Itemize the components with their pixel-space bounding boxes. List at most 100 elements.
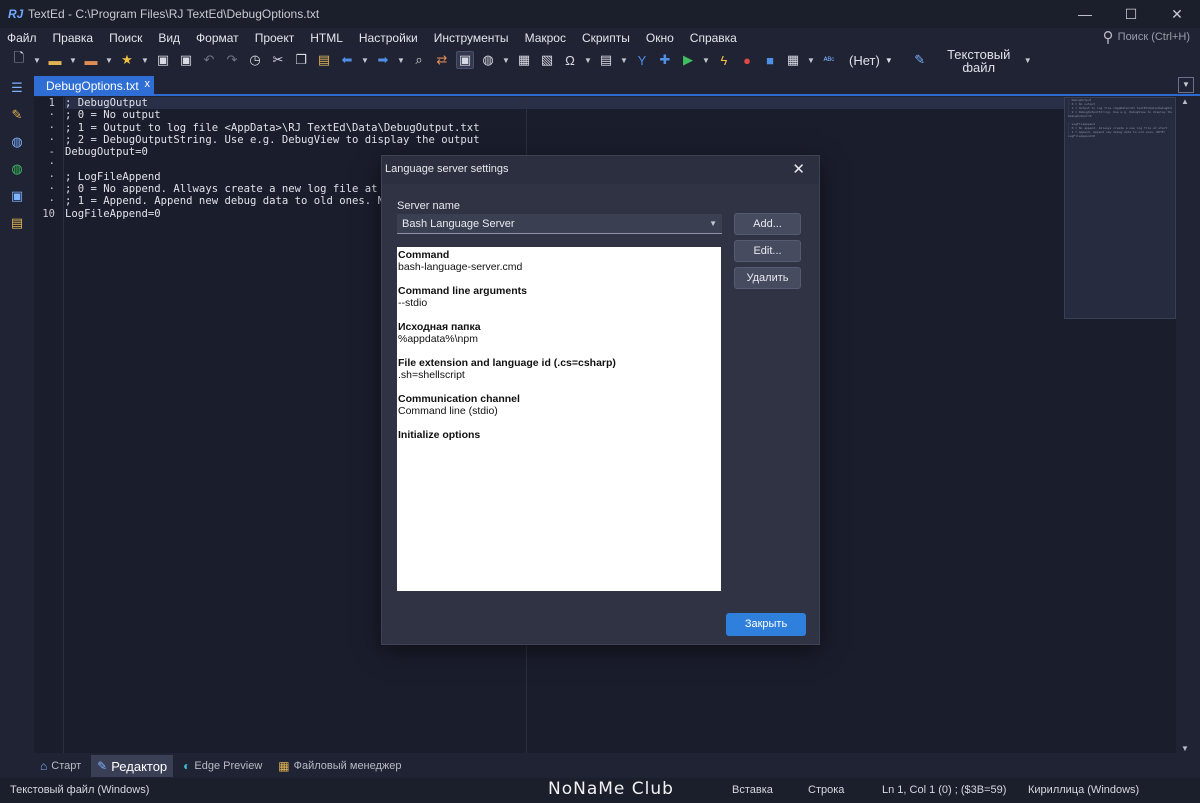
chevron-down-icon[interactable]: ▼ xyxy=(141,56,149,65)
tab-list-chevron-icon[interactable]: ▼ xyxy=(1178,77,1194,93)
home-icon: ⌂ xyxy=(40,759,48,773)
minimap[interactable]: ; DebugOutput ; 0 = No output ; 1 = Outp… xyxy=(1064,97,1176,319)
layout-icon[interactable]: ▦ xyxy=(784,51,802,69)
back-arrow-icon[interactable]: ⬅ xyxy=(338,51,356,69)
chevron-down-icon[interactable]: ▼ xyxy=(620,56,628,65)
close-button[interactable]: Закрыть xyxy=(726,613,806,636)
menu-window[interactable]: Окно xyxy=(646,31,674,45)
menu-file[interactable]: Файл xyxy=(7,31,37,45)
history-icon[interactable]: ◷ xyxy=(246,51,264,69)
chevron-down-icon[interactable]: ▼ xyxy=(33,56,41,65)
status-line-mode[interactable]: Строка xyxy=(808,784,844,796)
forward-arrow-icon[interactable]: ➡ xyxy=(374,51,392,69)
clipboard-icon[interactable]: ▤ xyxy=(0,209,34,236)
structure-icon[interactable]: ☰ xyxy=(0,74,34,101)
app-logo-icon: RJ xyxy=(8,7,24,21)
status-insert-mode[interactable]: Вставка xyxy=(732,784,773,796)
copy-icon[interactable]: ❐ xyxy=(292,51,310,69)
spellcheck-icon[interactable]: ᴬᴮᶜ xyxy=(820,51,838,69)
server-name-select[interactable]: Bash Language Server ▼ xyxy=(397,214,722,234)
cut-icon[interactable]: ✂ xyxy=(269,51,287,69)
menu-bar: Файл Правка Поиск Вид Формат Проект HTML… xyxy=(0,28,1200,48)
close-window-button[interactable]: ✕ xyxy=(1154,0,1200,28)
chevron-down-icon[interactable]: ▼ xyxy=(69,56,77,65)
run-icon[interactable]: ▶ xyxy=(679,51,697,69)
status-encoding[interactable]: Кириллица (Windows) xyxy=(1028,784,1139,796)
menu-edit[interactable]: Правка xyxy=(53,31,94,45)
menu-tools[interactable]: Инструменты xyxy=(434,31,509,45)
menu-view[interactable]: Вид xyxy=(158,31,180,45)
tab-debugoptions[interactable]: DebugOptions.txt x xyxy=(34,76,154,96)
save-icon[interactable]: ▣ xyxy=(154,51,172,69)
brush-icon[interactable]: ✎ xyxy=(911,51,929,69)
maximize-button[interactable]: ☐ xyxy=(1108,0,1154,28)
globe-icon[interactable]: ◍ xyxy=(0,128,34,155)
global-search[interactable]: ⚲ Поиск (Ctrl+H) xyxy=(1103,28,1190,46)
chevron-down-icon[interactable]: ▼ xyxy=(502,56,510,65)
redo-icon[interactable]: ↷ xyxy=(223,51,241,69)
status-file-type[interactable]: Текстовый файл (Windows) xyxy=(10,784,149,796)
files-icon[interactable]: ▣ xyxy=(0,182,34,209)
screenshot-icon[interactable]: ▦ xyxy=(515,51,533,69)
open-folder-icon[interactable]: ▬ xyxy=(46,51,64,69)
code-line[interactable]: ; 2 = DebugOutputString. Use e.g. DebugV… xyxy=(65,134,1095,146)
favorites-star-icon[interactable]: ★ xyxy=(118,51,136,69)
detail-label: File extension and language id (.cs=csha… xyxy=(398,357,616,369)
tab-edge-preview[interactable]: ◐ Edge Preview xyxy=(177,755,268,777)
language-server-dialog: Language server settings ✕ Server name B… xyxy=(381,155,820,645)
record-icon[interactable]: ● xyxy=(738,51,756,69)
new-file-icon[interactable]: 🗋 xyxy=(10,50,28,69)
vertical-scrollbar[interactable]: ▲ ▼ xyxy=(1176,97,1200,753)
close-tab-icon[interactable]: x xyxy=(145,78,151,90)
menu-project[interactable]: Проект xyxy=(255,31,295,45)
color-picker-icon[interactable]: ▧ xyxy=(538,51,556,69)
minimize-button[interactable]: — xyxy=(1062,0,1108,28)
menu-macro[interactable]: Макрос xyxy=(525,31,566,45)
chevron-down-icon[interactable]: ▼ xyxy=(807,56,815,65)
chevron-down-icon[interactable]: ▼ xyxy=(702,56,710,65)
globe-icon[interactable]: ◍ xyxy=(479,51,497,69)
lightning-icon[interactable]: ϟ xyxy=(715,51,733,69)
scroll-up-icon[interactable]: ▲ xyxy=(1181,97,1189,106)
omega-icon[interactable]: Ω xyxy=(561,51,579,69)
menu-scripts[interactable]: Скрипты xyxy=(582,31,630,45)
scroll-down-icon[interactable]: ▼ xyxy=(1181,744,1189,753)
open-recent-icon[interactable]: ▬ xyxy=(82,51,100,69)
clip-icon[interactable]: ✎ xyxy=(0,101,34,128)
replace-icon[interactable]: ⇄ xyxy=(433,51,451,69)
tab-start[interactable]: ⌂ Старт xyxy=(34,755,87,777)
close-icon[interactable]: ✕ xyxy=(792,160,805,178)
find-icon[interactable]: ⌕ xyxy=(410,51,428,69)
code-line[interactable]: ; 0 = No output xyxy=(65,109,1095,121)
chevron-down-icon[interactable]: ▼ xyxy=(397,56,405,65)
save-all-icon[interactable]: ▣ xyxy=(177,51,195,69)
menu-settings[interactable]: Настройки xyxy=(359,31,418,45)
tab-editor[interactable]: ✎ Редактор xyxy=(91,755,174,777)
plugin-icon[interactable]: ✚ xyxy=(656,51,674,69)
chevron-down-icon[interactable]: ▼ xyxy=(361,56,369,65)
highlighter-dropdown[interactable]: (Нет) ▼ xyxy=(849,53,893,68)
edit-button[interactable]: Edit... xyxy=(734,240,801,262)
undo-icon[interactable]: ↶ xyxy=(200,51,218,69)
print-icon[interactable]: ▤ xyxy=(597,51,615,69)
add-button[interactable]: Add... xyxy=(734,213,801,235)
stop-icon[interactable]: ■ xyxy=(761,51,779,69)
detail-source-folder: Исходная папка %appdata%\npm xyxy=(398,321,720,345)
server-details-panel: Command bash-language-server.cmd Command… xyxy=(397,247,721,591)
network-icon[interactable]: ◍ xyxy=(0,155,34,182)
menu-html[interactable]: HTML xyxy=(310,31,343,45)
chevron-down-icon[interactable]: ▼ xyxy=(584,56,592,65)
paste-icon[interactable]: ▤ xyxy=(315,51,333,69)
preview-icon[interactable]: ▣ xyxy=(456,51,474,69)
tab-file-manager[interactable]: ▦ Файловый менеджер xyxy=(272,755,407,777)
menu-format[interactable]: Формат xyxy=(196,31,239,45)
chevron-down-icon[interactable]: ▼ xyxy=(1024,56,1032,65)
code-line[interactable]: ; DebugOutput xyxy=(65,97,1095,110)
file-type-dropdown[interactable]: Текстовый файл xyxy=(934,48,1024,72)
chevron-down-icon[interactable]: ▼ xyxy=(105,56,113,65)
code-line[interactable]: ; 1 = Output to log file <AppData>\RJ Te… xyxy=(65,122,1095,134)
menu-help[interactable]: Справка xyxy=(690,31,737,45)
menu-search[interactable]: Поиск xyxy=(109,31,142,45)
delete-button[interactable]: Удалить xyxy=(734,267,801,289)
compare-icon[interactable]: Y xyxy=(633,51,651,69)
